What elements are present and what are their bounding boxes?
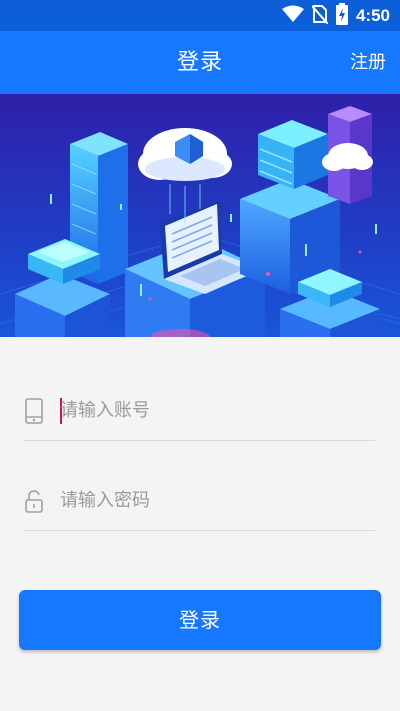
login-form: 登录 <box>0 337 400 711</box>
password-field[interactable] <box>24 471 375 531</box>
register-button[interactable]: 注册 <box>350 31 386 94</box>
no-sim-icon <box>311 4 329 28</box>
wifi-icon <box>281 5 304 27</box>
account-input[interactable] <box>60 400 340 421</box>
password-input[interactable] <box>60 490 340 511</box>
account-field[interactable] <box>24 381 375 441</box>
banner-illustration <box>0 94 400 337</box>
page-title: 登录 <box>176 50 223 75</box>
battery-charging-icon <box>335 2 348 29</box>
phone-icon <box>24 397 44 425</box>
status-bar: 4:50 <box>0 0 400 31</box>
lock-icon <box>24 487 44 515</box>
app-bar: 登录 注册 <box>0 31 400 94</box>
status-time: 4:50 <box>355 5 390 25</box>
login-button[interactable]: 登录 <box>19 590 381 650</box>
cloud-server-illustration <box>0 94 400 337</box>
